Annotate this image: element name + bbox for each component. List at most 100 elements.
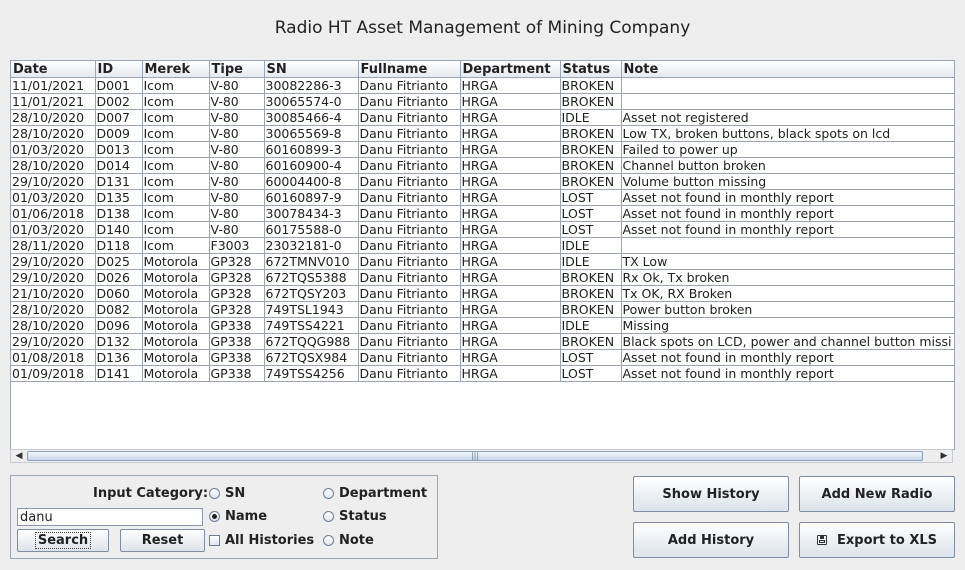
table-cell: Icom xyxy=(142,237,210,254)
table-cell: HRGA xyxy=(460,221,561,238)
checkbox-indicator xyxy=(209,535,220,546)
table-cell: Icom xyxy=(142,205,210,222)
column-header-department[interactable]: Department xyxy=(460,61,561,78)
table-row[interactable]: 01/08/2018 D136 Motorola GP338 672TQSX984 Dan… xyxy=(11,349,954,366)
table-cell: V-80 xyxy=(209,157,265,174)
table-row[interactable]: 01/03/2020 D013 Icom V-80 60160899-3 Danu Fit… xyxy=(11,141,954,158)
radio-department[interactable]: Department xyxy=(323,486,427,501)
table-cell: 60175588-0 xyxy=(264,221,359,238)
table-cell: D096 xyxy=(95,317,143,334)
table-cell: D138 xyxy=(95,205,143,222)
table-cell: Motorola xyxy=(142,349,210,366)
table-cell: GP328 xyxy=(209,285,265,302)
table-cell: Danu Fitrianto xyxy=(358,269,461,286)
table-cell: D135 xyxy=(95,189,143,206)
table-row[interactable]: 28/11/2020 D118 Icom F3003 23032181-0 Danu Fi… xyxy=(11,237,954,254)
table-row[interactable]: 28/10/2020 D009 Icom V-80 30065569-8 Danu Fit… xyxy=(11,125,954,142)
radio-sn[interactable]: SN xyxy=(209,486,245,501)
table-row[interactable]: 01/03/2020 D135 Icom V-80 60160897-9 Danu Fit… xyxy=(11,189,954,206)
table-row[interactable]: 29/10/2020 D025 Motorola GP328 672TMNV010 Dan… xyxy=(11,253,954,270)
table-cell: Danu Fitrianto xyxy=(358,157,461,174)
table-cell: HRGA xyxy=(460,317,561,334)
radio-note[interactable]: Note xyxy=(323,533,374,548)
table-cell: V-80 xyxy=(209,77,265,94)
table-cell: Asset not found in monthly report xyxy=(621,365,954,382)
table-row[interactable]: 11/01/2021 D002 Icom V-80 30065574-0 Danu Fit… xyxy=(11,93,954,110)
table-cell: 30085466-4 xyxy=(264,109,359,126)
table-cell: Motorola xyxy=(142,333,210,350)
table-cell: LOST xyxy=(560,205,622,222)
search-input[interactable] xyxy=(17,508,203,526)
radio-status-indicator xyxy=(323,511,334,522)
radio-name-indicator xyxy=(209,511,220,522)
table-row[interactable]: 29/10/2020 D132 Motorola GP338 672TQQG988 Dan… xyxy=(11,333,954,350)
table-cell: 01/03/2020 xyxy=(11,221,96,238)
scroll-thumb[interactable]: ||| xyxy=(27,451,923,461)
input-category-label: Input Category: xyxy=(93,486,209,501)
table-cell: V-80 xyxy=(209,189,265,206)
all-histories-checkbox[interactable]: All Histories xyxy=(209,533,314,548)
table-cell: Tx OK, RX Broken xyxy=(621,285,954,302)
arrow-left-icon[interactable]: ◀ xyxy=(12,450,26,462)
table-cell: HRGA xyxy=(460,157,561,174)
column-header-id[interactable]: ID xyxy=(95,61,143,78)
table-row[interactable]: 28/10/2020 D014 Icom V-80 60160900-4 Danu Fit… xyxy=(11,157,954,174)
table-row[interactable]: 01/06/2018 D138 Icom V-80 30078434-3 Danu Fit… xyxy=(11,205,954,222)
column-header-fullname[interactable]: Fullname xyxy=(358,61,461,78)
column-header-merek[interactable]: Merek xyxy=(142,61,210,78)
table-cell: Danu Fitrianto xyxy=(358,173,461,190)
table-row[interactable]: 21/10/2020 D060 Motorola GP328 672TQSY203 Dan… xyxy=(11,285,954,302)
export-xls-button[interactable]: Export to XLS xyxy=(799,522,955,558)
table-cell: 672TQQG988 xyxy=(264,333,359,350)
table-cell: GP328 xyxy=(209,253,265,270)
table-cell: Asset not found in monthly report xyxy=(621,205,954,222)
horizontal-scrollbar[interactable]: ◀ ||| ▶ xyxy=(10,449,953,463)
table-row[interactable]: 29/10/2020 D026 Motorola GP328 672TQS5388 Dan… xyxy=(11,269,954,286)
column-header-date[interactable]: Date xyxy=(11,61,96,78)
search-button[interactable]: Search xyxy=(17,529,109,552)
radio-status[interactable]: Status xyxy=(323,509,387,524)
table-row[interactable]: 28/10/2020 D096 Motorola GP338 749TSS4221 Dan… xyxy=(11,317,954,334)
table-cell xyxy=(621,237,954,254)
column-header-note[interactable]: Note xyxy=(621,61,954,78)
table-cell: Danu Fitrianto xyxy=(358,93,461,110)
table-cell: Danu Fitrianto xyxy=(358,365,461,382)
table-cell: V-80 xyxy=(209,109,265,126)
reset-button[interactable]: Reset xyxy=(120,529,205,552)
table-cell: 672TQS5388 xyxy=(264,269,359,286)
table-cell: Motorola xyxy=(142,301,210,318)
table-row[interactable]: 29/10/2020 D131 Icom V-80 60004400-8 Danu Fit… xyxy=(11,173,954,190)
arrow-right-icon[interactable]: ▶ xyxy=(937,450,951,462)
radio-name[interactable]: Name xyxy=(209,509,267,524)
table-cell: HRGA xyxy=(460,301,561,318)
table-cell: BROKEN xyxy=(560,301,622,318)
table-row[interactable]: 11/01/2021 D001 Icom V-80 30082286-3 Danu Fit… xyxy=(11,77,954,94)
add-history-button[interactable]: Add History xyxy=(633,522,789,558)
table-cell: 30065569-8 xyxy=(264,125,359,142)
table-cell: HRGA xyxy=(460,141,561,158)
show-history-button[interactable]: Show History xyxy=(633,476,789,512)
table-cell: GP338 xyxy=(209,349,265,366)
table-cell: Motorola xyxy=(142,317,210,334)
grip-icon: ||| xyxy=(470,451,480,460)
table-cell: 23032181-0 xyxy=(264,237,359,254)
asset-table[interactable]: Date ID Merek Tipe SN Fullname Department Statu… xyxy=(10,60,955,450)
column-header-status[interactable]: Status xyxy=(560,61,622,78)
column-header-sn[interactable]: SN xyxy=(264,61,359,78)
table-cell: D026 xyxy=(95,269,143,286)
table-row[interactable]: 01/09/2018 D141 Motorola GP338 749TSS4256 Dan… xyxy=(11,365,954,382)
table-cell: 01/03/2020 xyxy=(11,189,96,206)
table-cell: 29/10/2020 xyxy=(11,173,96,190)
table-cell: 60160897-9 xyxy=(264,189,359,206)
radio-note-indicator xyxy=(323,535,334,546)
table-cell: Motorola xyxy=(142,285,210,302)
column-header-tipe[interactable]: Tipe xyxy=(209,61,265,78)
table-row[interactable]: 01/03/2020 D140 Icom V-80 60175588-0 Danu Fit… xyxy=(11,221,954,238)
radio-sn-indicator xyxy=(209,488,220,499)
table-cell: HRGA xyxy=(460,205,561,222)
table-cell: 28/10/2020 xyxy=(11,109,96,126)
table-row[interactable]: 28/10/2020 D007 Icom V-80 30085466-4 Danu Fit… xyxy=(11,109,954,126)
add-new-radio-button[interactable]: Add New Radio xyxy=(799,476,955,512)
table-cell: LOST xyxy=(560,189,622,206)
table-row[interactable]: 28/10/2020 D082 Motorola GP328 749TSL1943 Dan… xyxy=(11,301,954,318)
